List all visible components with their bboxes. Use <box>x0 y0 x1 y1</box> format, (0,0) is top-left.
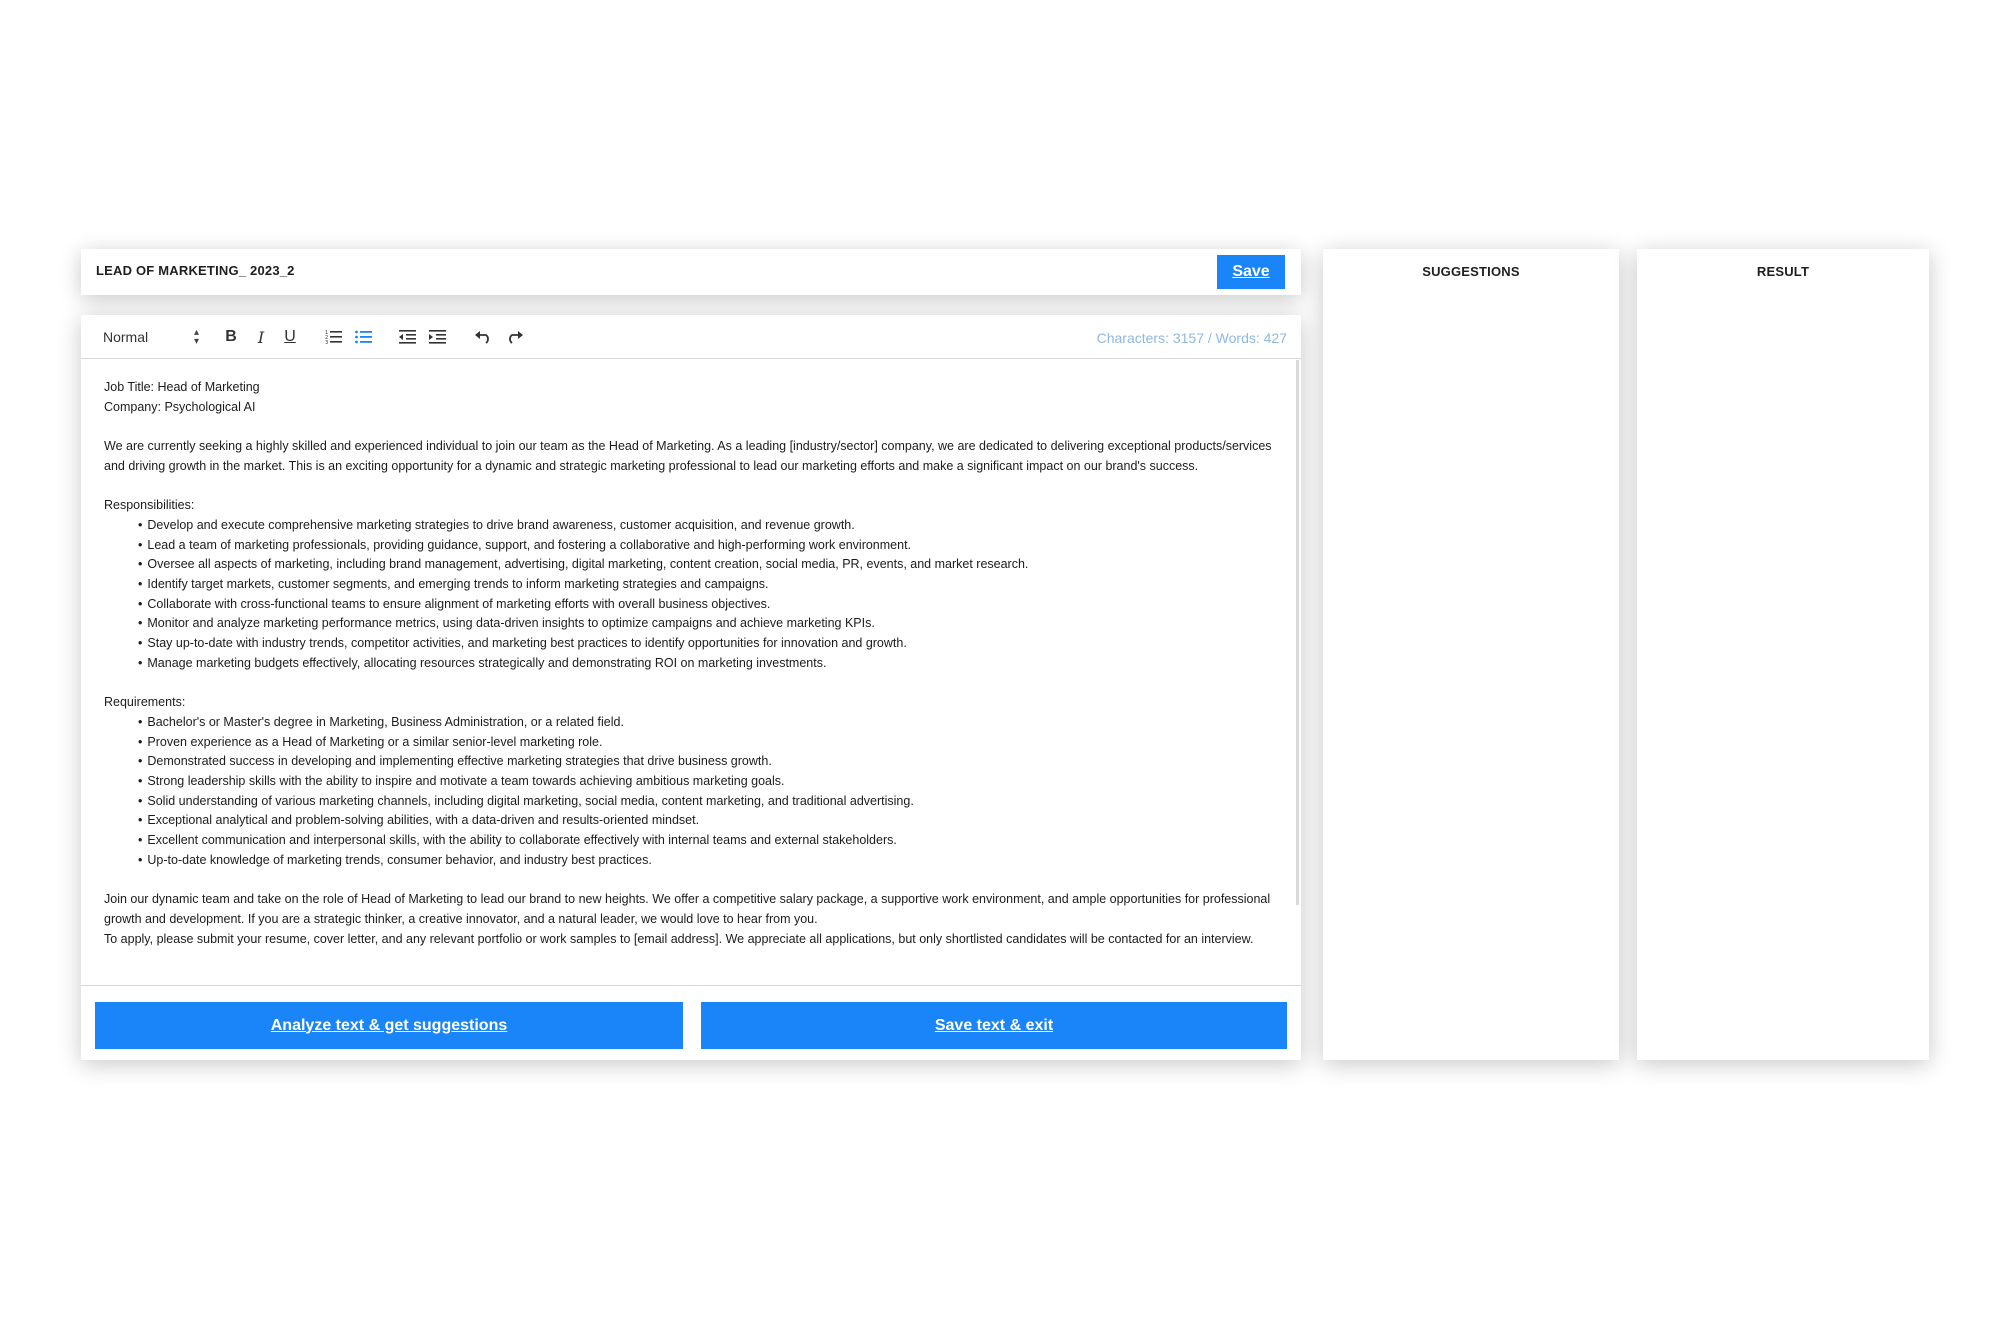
outdent-icon[interactable] <box>397 327 419 347</box>
indent-icon[interactable] <box>427 327 449 347</box>
responsibilities-heading: Responsibilities: <box>104 498 195 513</box>
list-item: Monitor and analyze marketing performanc… <box>138 614 1277 634</box>
save-exit-button[interactable]: Save text & exit <box>701 1002 1287 1049</box>
intro-paragraph: We are currently seeking a highly skille… <box>104 439 1272 473</box>
list-item: Collaborate with cross-functional teams … <box>138 595 1277 615</box>
suggestions-panel: SUGGESTIONS <box>1323 249 1619 1060</box>
apply-paragraph: To apply, please submit your resume, cov… <box>104 931 1254 946</box>
closing-paragraph: Join our dynamic team and take on the ro… <box>104 892 1271 926</box>
italic-icon[interactable]: I <box>251 327 271 347</box>
list-item: Lead a team of marketing professionals, … <box>138 536 1277 556</box>
list-item: Proven experience as a Head of Marketing… <box>138 733 1277 753</box>
list-item: Manage marketing budgets effectively, al… <box>138 654 1277 674</box>
editor-content[interactable]: Job Title: Head of Marketing Company: Ps… <box>81 360 1301 985</box>
job-title-line: Job Title: Head of Marketing <box>104 380 260 394</box>
save-button[interactable]: Save <box>1217 255 1285 289</box>
ordered-list-icon[interactable]: 1 2 3 <box>323 327 345 347</box>
list-item: Stay up-to-date with industry trends, co… <box>138 634 1277 654</box>
select-arrows-icon: ▴ ▾ <box>193 327 199 347</box>
underline-icon[interactable]: U <box>280 327 300 347</box>
format-select-value: Normal <box>103 329 149 345</box>
responsibilities-list: Develop and execute comprehensive market… <box>104 516 1277 674</box>
document-title-bar: LEAD OF MARKETING_ 2023_2 Save <box>81 249 1301 295</box>
editor-actions: Analyze text & get suggestions Save text… <box>81 985 1301 1060</box>
list-item: Strong leadership skills with the abilit… <box>138 772 1277 792</box>
list-item: Oversee all aspects of marketing, includ… <box>138 555 1277 575</box>
list-item: Demonstrated success in developing and i… <box>138 752 1277 772</box>
document-title: LEAD OF MARKETING_ 2023_2 <box>96 263 295 278</box>
character-word-counter: Characters: 3157 / Words: 427 <box>1096 330 1287 346</box>
redo-icon[interactable] <box>503 327 525 347</box>
result-title: RESULT <box>1756 264 1810 279</box>
list-item: Bachelor's or Master's degree in Marketi… <box>138 713 1277 733</box>
editor-scrollbar[interactable] <box>1296 360 1299 905</box>
list-item: Solid understanding of various marketing… <box>138 792 1277 812</box>
editor-toolbar: Normal ▴ ▾ B I U 1 2 3 Characters: 3157 … <box>81 315 1301 359</box>
bold-icon[interactable]: B <box>221 327 241 347</box>
bullet-list-icon[interactable] <box>353 327 375 347</box>
list-item: Develop and execute comprehensive market… <box>138 516 1277 536</box>
result-panel: RESULT <box>1637 249 1929 1060</box>
text-editor: Normal ▴ ▾ B I U 1 2 3 Characters: 3157 … <box>81 315 1301 1060</box>
company-line: Company: Psychological AI <box>104 399 256 414</box>
requirements-heading: Requirements: <box>104 695 186 710</box>
undo-icon[interactable] <box>473 327 495 347</box>
list-item: Excellent communication and interpersona… <box>138 831 1277 851</box>
list-item: Identify target markets, customer segmen… <box>138 575 1277 595</box>
requirements-list: Bachelor's or Master's degree in Marketi… <box>104 713 1277 871</box>
suggestions-title: SUGGESTIONS <box>1422 264 1520 279</box>
list-item: Up-to-date knowledge of marketing trends… <box>138 851 1277 871</box>
analyze-button[interactable]: Analyze text & get suggestions <box>95 1002 683 1049</box>
svg-text:3: 3 <box>325 340 328 345</box>
format-select[interactable]: Normal ▴ ▾ <box>103 327 199 347</box>
list-item: Exceptional analytical and problem-solvi… <box>138 811 1277 831</box>
